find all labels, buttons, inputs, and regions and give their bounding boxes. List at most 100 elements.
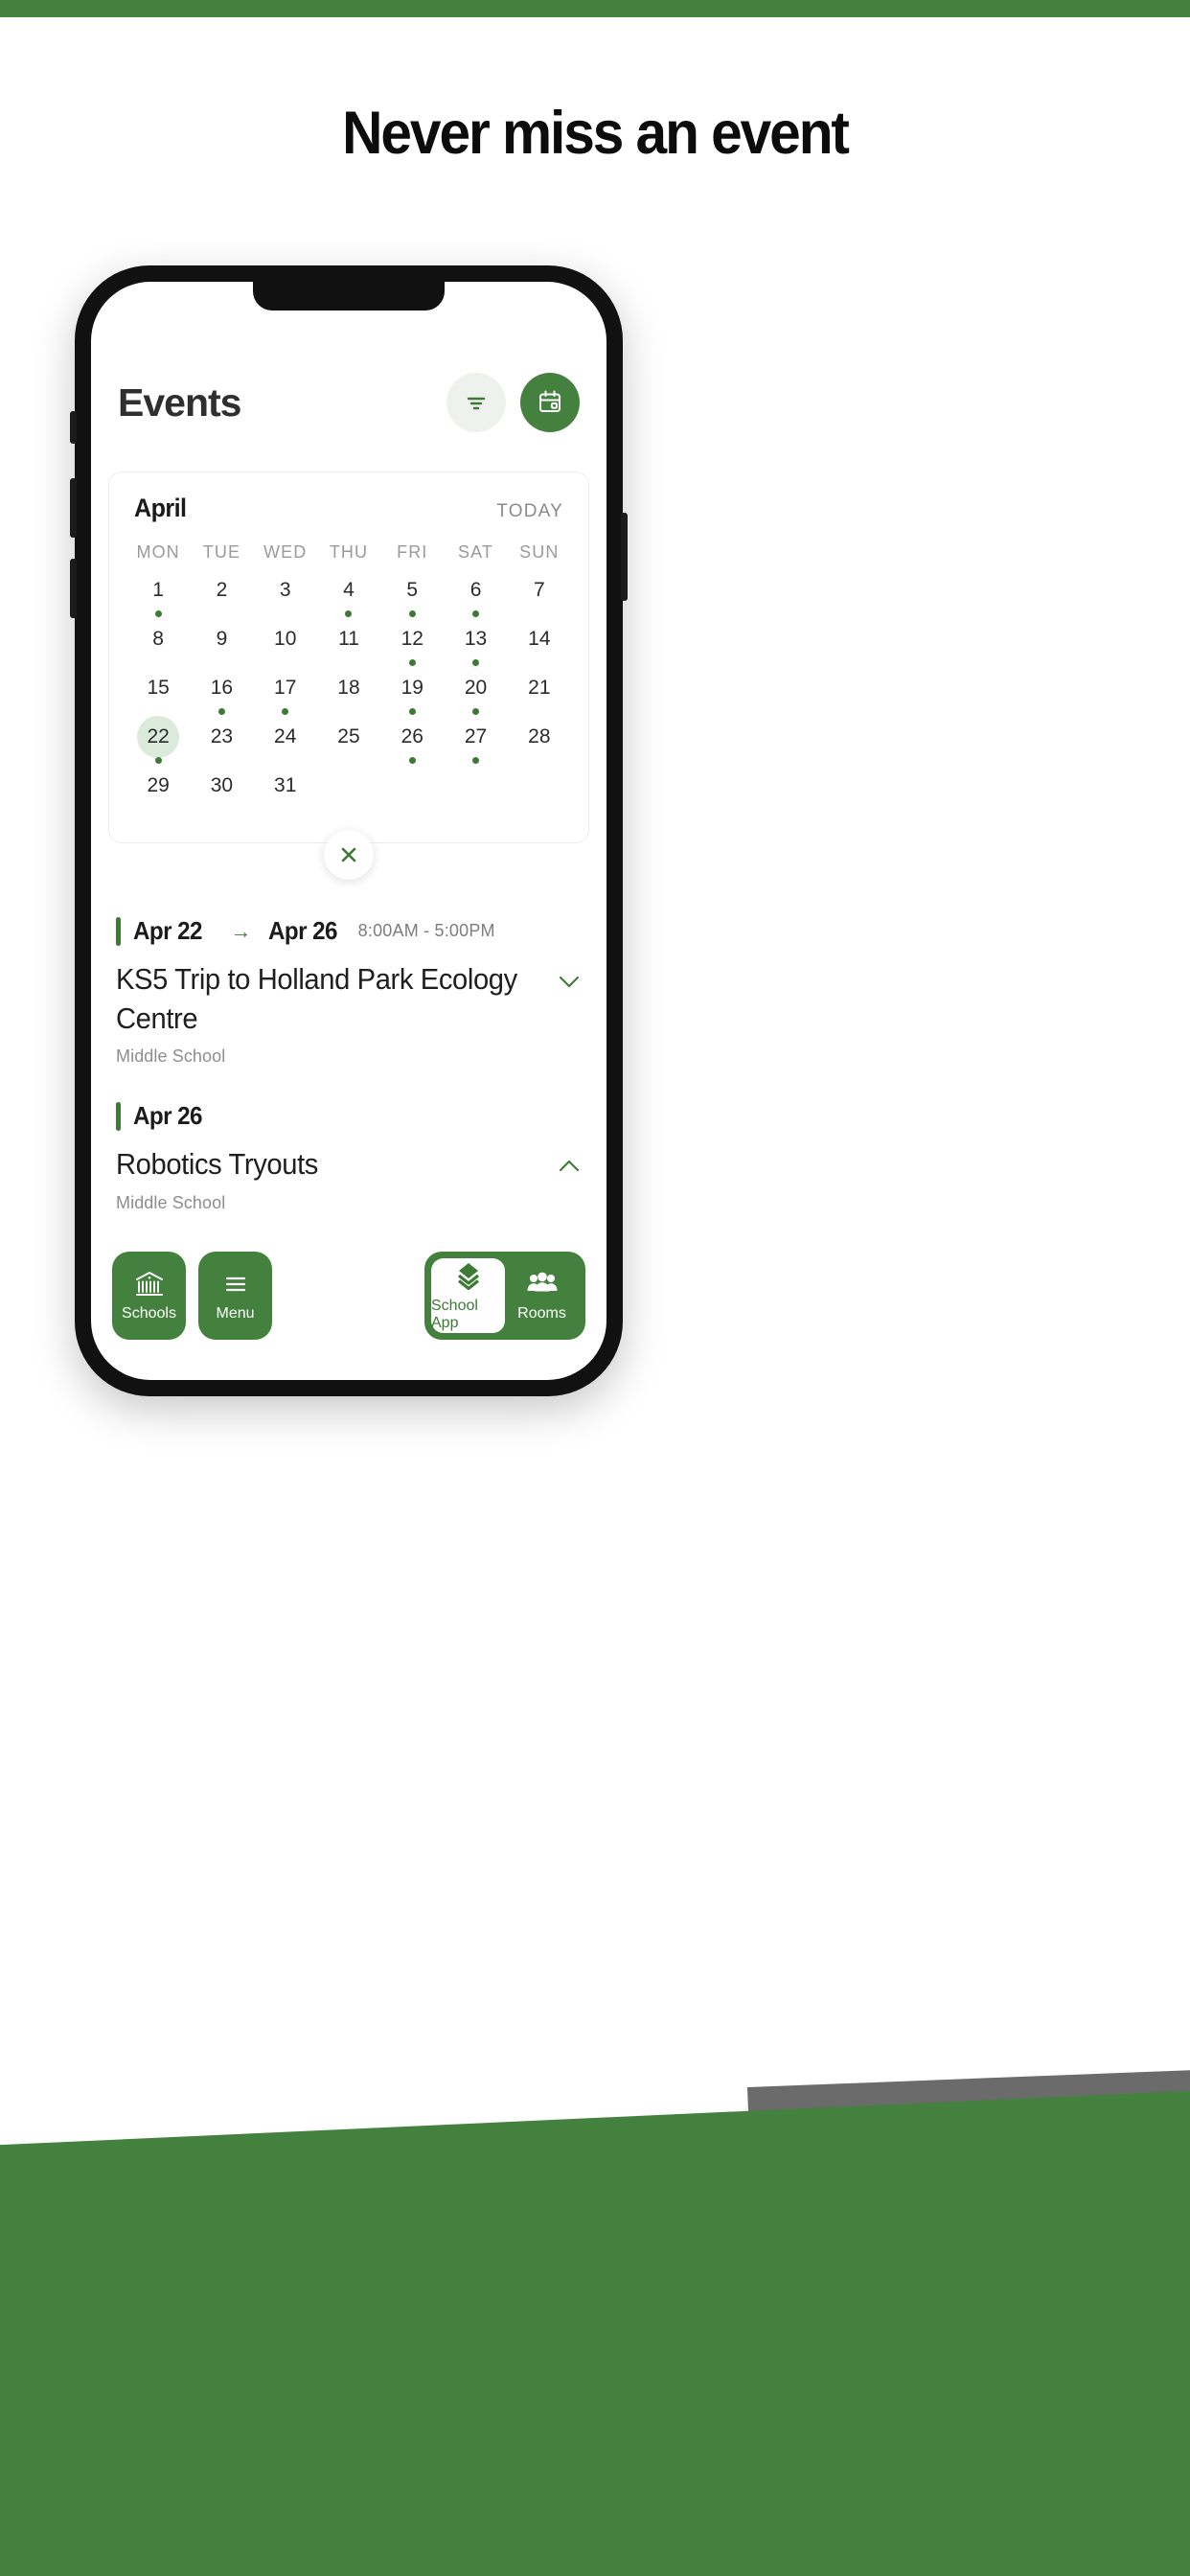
calendar-empty-cell bbox=[444, 770, 507, 818]
calendar-view-button[interactable] bbox=[520, 373, 580, 432]
calendar-day-wrap: 17 bbox=[254, 672, 317, 721]
event-item[interactable]: Apr 26 Robotics Tryouts Middle School bbox=[91, 1101, 606, 1212]
calendar-empty-cell bbox=[508, 770, 571, 818]
calendar-event-dot bbox=[345, 610, 353, 617]
calendar-day-cell[interactable]: 12 bbox=[380, 623, 444, 672]
filter-button[interactable] bbox=[446, 373, 506, 432]
calendar-icon bbox=[539, 390, 561, 412]
calendar-day-cell[interactable]: 2 bbox=[190, 574, 253, 623]
calendar-day-wrap bbox=[508, 770, 571, 818]
calendar-day-cell[interactable]: 6 bbox=[444, 574, 507, 623]
calendar-day-cell[interactable]: 9 bbox=[190, 623, 253, 672]
calendar-day-cell[interactable]: 20 bbox=[444, 672, 507, 721]
event-item[interactable]: Apr 22 → Apr 26 8:00AM - 5:00PM KS5 Trip… bbox=[91, 916, 606, 1067]
calendar-today-button[interactable]: TODAY bbox=[496, 501, 563, 522]
calendar-day-cell[interactable]: 24 bbox=[254, 721, 317, 770]
calendar-day-cell[interactable]: 27 bbox=[444, 721, 507, 770]
calendar-day-cell[interactable]: 8 bbox=[126, 623, 190, 672]
calendar-day-cell[interactable]: 1 bbox=[126, 574, 190, 623]
calendar-day-number: 24 bbox=[274, 725, 297, 748]
calendar-day-wrap: 10 bbox=[254, 623, 317, 672]
calendar-day-wrap: 2 bbox=[190, 574, 253, 623]
calendar-day-cell[interactable]: 29 bbox=[126, 770, 190, 818]
calendar-day-cell[interactable]: 4 bbox=[317, 574, 380, 623]
calendar-day-cell[interactable]: 30 bbox=[190, 770, 253, 818]
calendar-day-wrap: 12 bbox=[380, 623, 444, 672]
calendar-day-wrap: 21 bbox=[508, 672, 571, 721]
calendar-day-number: 12 bbox=[400, 628, 423, 650]
calendar-day-wrap: 15 bbox=[126, 672, 190, 721]
calendar-day-cell[interactable]: 19 bbox=[380, 672, 444, 721]
calendar-event-dot bbox=[282, 659, 288, 666]
events-list: Apr 22 → Apr 26 8:00AM - 5:00PM KS5 Trip… bbox=[91, 916, 606, 1213]
event-start-date: Apr 26 bbox=[133, 1101, 202, 1131]
calendar-empty-cell bbox=[317, 770, 380, 818]
dow-label: FRI bbox=[397, 542, 428, 562]
event-expand-toggle[interactable] bbox=[557, 959, 582, 995]
calendar-day-cell[interactable]: 21 bbox=[508, 672, 571, 721]
nav-button-schools[interactable]: Schools bbox=[112, 1252, 186, 1340]
calendar-day-cell[interactable]: 25 bbox=[317, 721, 380, 770]
calendar-day-number: 10 bbox=[274, 628, 297, 650]
calendar-day-cell[interactable]: 11 bbox=[317, 623, 380, 672]
phone-power-button bbox=[621, 513, 628, 601]
calendar-event-dot bbox=[155, 806, 162, 813]
calendar-event-dot bbox=[218, 806, 225, 813]
calendar-day-headers: MON TUE WED THU FRI SAT SUN bbox=[126, 539, 571, 574]
calendar-event-dot bbox=[154, 610, 162, 617]
calendar-weeks: 1 2 3 4 5 6 7 8 9 10 11 12 13 14 15 16 17 18 19 20 21 22 23 24 2… bbox=[126, 574, 571, 818]
calendar-day-header: TUE bbox=[190, 539, 253, 574]
calendar-day-cell[interactable]: 22 bbox=[126, 716, 190, 770]
phone-notch bbox=[253, 282, 445, 310]
calendar-day-cell[interactable]: 5 bbox=[380, 574, 444, 623]
calendar-day-number: 1 bbox=[152, 579, 164, 601]
calendar-day-cell[interactable]: 10 bbox=[254, 623, 317, 672]
calendar-day-number: 7 bbox=[533, 579, 545, 601]
calendar-day-header: MON bbox=[126, 539, 190, 574]
calendar-day-cell[interactable]: 16 bbox=[190, 672, 253, 721]
calendar-day-cell[interactable]: 14 bbox=[508, 623, 571, 672]
calendar-day-number bbox=[391, 770, 433, 802]
calendar-event-dot bbox=[472, 708, 480, 715]
calendar-day-cell[interactable]: 18 bbox=[317, 672, 380, 721]
calendar-day-wrap: 27 bbox=[444, 721, 507, 770]
calendar-day-wrap: 22 bbox=[126, 716, 190, 770]
nav-button-menu[interactable]: Menu bbox=[198, 1252, 272, 1340]
calendar-event-dot bbox=[536, 659, 542, 666]
calendar-event-dot bbox=[282, 610, 288, 617]
calendar-event-dot bbox=[218, 757, 225, 764]
calendar-day-cell[interactable]: 7 bbox=[508, 574, 571, 623]
nav-button-school-app[interactable]: School App bbox=[431, 1258, 505, 1333]
calendar-day-number: 14 bbox=[528, 628, 551, 650]
event-collapse-toggle[interactable] bbox=[557, 1144, 582, 1180]
calendar-day-wrap: 7 bbox=[508, 574, 571, 623]
calendar-day-number bbox=[518, 770, 561, 802]
calendar-day-cell[interactable]: 26 bbox=[380, 721, 444, 770]
event-subtitle: Middle School bbox=[116, 1192, 226, 1212]
calendar-day-number: 11 bbox=[338, 628, 359, 650]
calendar-day-cell[interactable]: 15 bbox=[126, 672, 190, 721]
page-title: Events bbox=[118, 380, 241, 425]
calendar-week-row: 29 30 31 bbox=[126, 770, 571, 818]
calendar-day-cell[interactable]: 31 bbox=[254, 770, 317, 818]
calendar-event-dot bbox=[408, 757, 416, 764]
calendar-day-wrap: 14 bbox=[508, 623, 571, 672]
event-body: KS5 Trip to Holland Park Ecology Centre … bbox=[116, 950, 582, 1067]
calendar-day-number: 20 bbox=[464, 677, 488, 699]
calendar-day-wrap: 23 bbox=[190, 721, 253, 770]
calendar-day-cell[interactable]: 3 bbox=[254, 574, 317, 623]
calendar-day-cell[interactable]: 23 bbox=[190, 721, 253, 770]
calendar-day-wrap: 3 bbox=[254, 574, 317, 623]
calendar-day-cell[interactable]: 13 bbox=[444, 623, 507, 672]
calendar-day-cell[interactable]: 28 bbox=[508, 721, 571, 770]
dow-label: SAT bbox=[458, 542, 494, 562]
calendar-day-cell[interactable]: 17 bbox=[254, 672, 317, 721]
calendar-day-wrap: 16 bbox=[190, 672, 253, 721]
dow-label: THU bbox=[329, 542, 369, 562]
calendar-event-dot bbox=[472, 757, 480, 764]
nav-button-rooms[interactable]: Rooms bbox=[505, 1258, 579, 1333]
calendar-day-header: WED bbox=[254, 539, 317, 574]
calendar-day-wrap bbox=[317, 770, 380, 818]
calendar-close-button[interactable] bbox=[324, 830, 374, 880]
event-title: KS5 Trip to Holland Park Ecology Centre bbox=[116, 962, 517, 1036]
